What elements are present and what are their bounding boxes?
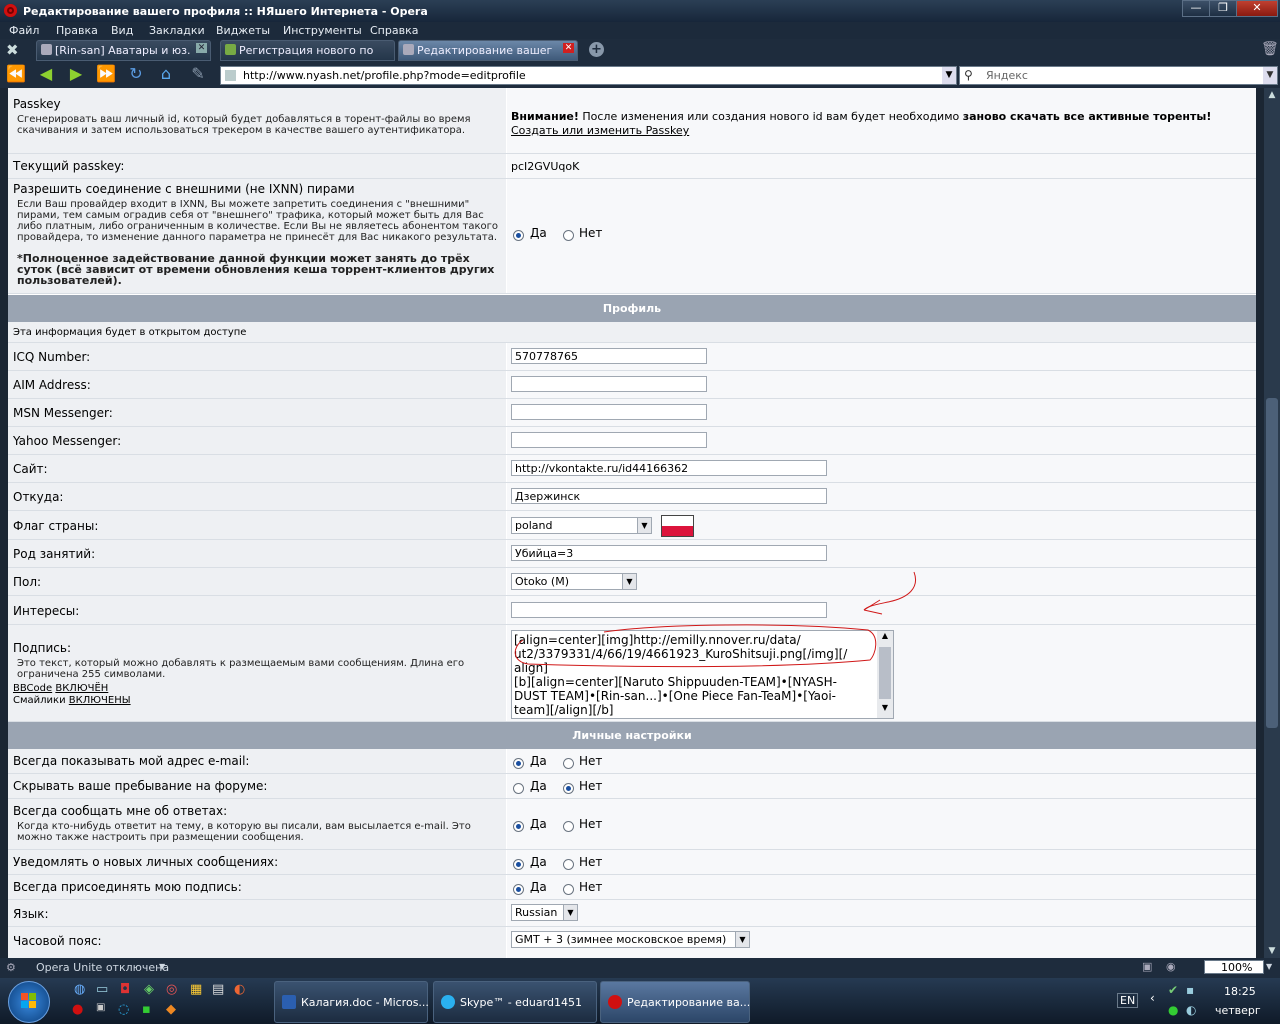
address-dropdown-icon[interactable]: ▼	[942, 67, 956, 84]
menu-file[interactable]: Файл	[9, 24, 39, 37]
reload-icon[interactable]: ↻	[126, 65, 146, 83]
quicklaunch-app-icon[interactable]: ◘	[120, 982, 130, 997]
page-icon	[403, 44, 414, 55]
forward-icon[interactable]: ▶	[66, 65, 86, 83]
quicklaunch-firefox-icon[interactable]: ◐	[234, 982, 245, 997]
skype-icon	[441, 995, 455, 1009]
tab-avatars[interactable]: [Rin-san] Аватары и юз... ✕	[36, 40, 211, 61]
task-word-label: Калагия.doc - Micros...	[301, 996, 429, 1009]
quicklaunch-torrent-icon[interactable]: ◆	[166, 1002, 176, 1017]
title-bar: Редактирование вашего профиля :: НЯшего …	[0, 0, 1280, 22]
edit-icon[interactable]: ✎	[188, 65, 208, 83]
opera-logo-icon	[4, 4, 17, 17]
quicklaunch-skype-icon[interactable]: ◌	[118, 1002, 129, 1017]
home-icon[interactable]: ⌂	[156, 65, 176, 83]
tray-icon-2[interactable]: ●	[1168, 1003, 1178, 1017]
start-button[interactable]	[8, 981, 50, 1023]
search-icon: ⚲	[964, 68, 973, 82]
maximize-button[interactable]: ❐	[1209, 0, 1237, 17]
page-scroll-thumb[interactable]	[1266, 398, 1278, 728]
address-bar[interactable]: http://www.nyash.net/profile.php?mode=ed…	[220, 66, 957, 85]
tab-close-icon[interactable]: ✕	[196, 43, 207, 53]
quicklaunch-media-icon[interactable]: ◎	[166, 982, 177, 997]
task-skype-label: Skype™ - eduard1451	[460, 996, 582, 1009]
address-text: http://www.nyash.net/profile.php?mode=ed…	[243, 69, 526, 82]
task-word[interactable]: Калагия.doc - Micros...	[274, 981, 429, 1023]
tray-volume-icon[interactable]: ◐	[1186, 1003, 1196, 1017]
scroll-down-icon[interactable]: ▼	[1264, 944, 1280, 958]
navigation-bar: ⏪ ◀ ▶ ⏩ ↻ ⌂ ✎ http://www.nyash.net/profi…	[0, 61, 1280, 88]
quicklaunch-image-icon[interactable]: ▤	[212, 982, 224, 997]
task-skype[interactable]: Skype™ - eduard1451	[433, 981, 597, 1023]
menu-tools[interactable]: Инструменты	[283, 24, 362, 37]
rewind-icon[interactable]: ⏪	[6, 65, 26, 83]
minimize-button[interactable]: —	[1182, 0, 1210, 17]
tray-expand-icon[interactable]: ‹	[1150, 991, 1155, 1005]
unite-status[interactable]: Opera Unite отключена	[36, 961, 169, 974]
search-dropdown-icon[interactable]: ▼	[1263, 67, 1277, 84]
page-viewport: Passkey Сгенерировать ваш личный id, кот…	[0, 88, 1264, 958]
taskbar: ◍ ▭ ◘ ◈ ◎ ▦ ▤ ◐ ● ▣ ◌ ▪ ◆ Калагия.doc - …	[0, 978, 1280, 1024]
window-title: Редактирование вашего профиля :: НЯшего …	[23, 5, 428, 18]
panels-icon[interactable]: ▣	[1142, 960, 1152, 973]
chevron-down-icon[interactable]: ▼	[159, 962, 165, 971]
clock-day[interactable]: четверг	[1215, 1004, 1261, 1017]
unite-icon[interactable]: ⚙	[6, 961, 16, 974]
profile-form: Passkey Сгенерировать ваш личный id, кот…	[8, 88, 1256, 958]
fast-forward-icon[interactable]: ⏩	[96, 65, 116, 83]
menu-edit[interactable]: Правка	[56, 24, 98, 37]
word-icon	[282, 995, 296, 1009]
search-placeholder: Яндекс	[986, 69, 1028, 82]
tab-close-icon[interactable]: ✕	[563, 43, 574, 53]
task-opera[interactable]: Редактирование ва...	[600, 981, 750, 1023]
menu-help[interactable]: Справка	[370, 24, 418, 37]
opera-icon	[608, 995, 622, 1009]
tab-label: [Rin-san] Аватары и юз...	[55, 44, 190, 57]
quicklaunch-explorer-icon[interactable]: ▣	[96, 1002, 105, 1013]
quicklaunch-desktop-icon[interactable]: ▭	[96, 982, 108, 997]
scroll-up-icon[interactable]: ▲	[1264, 88, 1280, 102]
tray-icon-1[interactable]: ✔	[1168, 983, 1178, 997]
tab-label: Регистрация нового по...	[239, 44, 374, 57]
quicklaunch-h-icon[interactable]: ▪	[142, 1002, 151, 1017]
page-scrollbar[interactable]: ▲ ▼	[1264, 88, 1280, 958]
zoom-value: 100%	[1221, 961, 1253, 974]
status-bar: ⚙ Opera Unite отключена ▼ ▣ ◉ 100% ▼	[0, 958, 1280, 978]
site-icon	[225, 70, 236, 81]
page-icon	[225, 44, 236, 55]
tab-label: Редактирование вашег...	[417, 44, 552, 57]
trash-icon[interactable]: 🗑	[1261, 41, 1279, 57]
tools-icon[interactable]: ✖	[6, 41, 19, 59]
zoom-select[interactable]: 100%	[1204, 960, 1264, 974]
menu-bar: Файл Правка Вид Закладки Виджеты Инструм…	[0, 22, 1280, 39]
menu-widgets[interactable]: Виджеты	[216, 24, 270, 37]
menu-view[interactable]: Вид	[111, 24, 133, 37]
search-input[interactable]: ⚲ Яндекс ▼	[959, 66, 1278, 85]
clock-time[interactable]: 18:25	[1224, 985, 1256, 998]
quicklaunch-folder-icon[interactable]: ▦	[190, 982, 202, 997]
quicklaunch-browser-icon[interactable]: ◍	[74, 982, 85, 997]
close-button[interactable]: ✕	[1236, 0, 1278, 17]
tray-network-icon[interactable]: ▪	[1186, 983, 1194, 997]
tab-registration[interactable]: Регистрация нового по...	[220, 40, 395, 61]
page-icon	[41, 44, 52, 55]
view-icon[interactable]: ◉	[1166, 960, 1176, 973]
language-indicator[interactable]: EN	[1117, 993, 1139, 1008]
back-icon[interactable]: ◀	[36, 65, 56, 83]
tab-bar: ✖ [Rin-san] Аватары и юз... ✕ Регистраци…	[0, 39, 1280, 61]
quicklaunch-network-icon[interactable]: ◈	[144, 982, 154, 997]
red-annotation	[514, 571, 916, 668]
task-opera-label: Редактирование ва...	[627, 996, 751, 1009]
chevron-down-icon[interactable]: ▼	[1266, 962, 1272, 971]
new-tab-icon[interactable]: +	[589, 42, 604, 57]
quicklaunch-opera-icon[interactable]: ●	[72, 1002, 83, 1017]
menu-bookmarks[interactable]: Закладки	[149, 24, 205, 37]
tab-edit-profile[interactable]: Редактирование вашег... ✕	[398, 40, 578, 61]
